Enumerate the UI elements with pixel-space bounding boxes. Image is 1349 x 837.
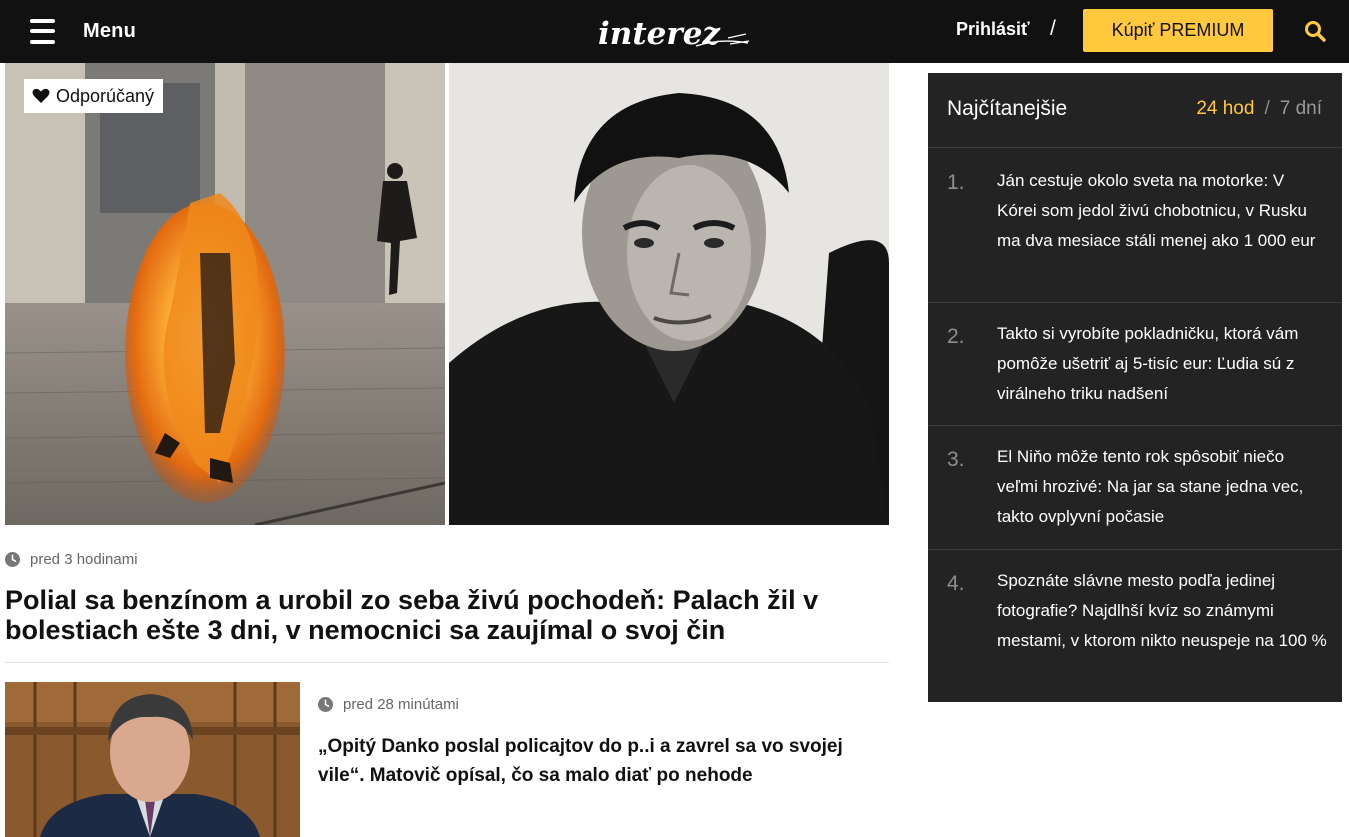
login-link[interactable]: Prihlásiť — [956, 19, 1030, 40]
article2-time-text: pred 28 minútami — [343, 696, 459, 713]
most-read-item[interactable]: 3. El Niňo môže tento rok spôsobiť niečo… — [928, 426, 1342, 550]
item-rank: 1. — [947, 171, 965, 194]
article2-title[interactable]: „Opitý Danko poslal policajtov do p..i a… — [318, 732, 878, 790]
hero-timestamp: pred 3 hodinami — [5, 551, 138, 568]
most-read-title: Najčítanejšie — [947, 97, 1068, 120]
tab-separator: / — [1264, 98, 1270, 119]
politician-photo — [5, 682, 300, 837]
site-logo[interactable]: interez — [596, 10, 752, 54]
burning-man-photo — [5, 63, 445, 525]
item-rank: 3. — [947, 448, 965, 471]
most-read-item[interactable]: 4. Spoznáte slávne mesto podľa jedinej f… — [928, 550, 1342, 702]
menu-label: Menu — [83, 19, 137, 42]
period-tabs: 24 hod / 7 dní — [1196, 98, 1322, 120]
tab-7-days[interactable]: 7 dní — [1280, 98, 1322, 120]
buy-premium-button[interactable]: Kúpiť PREMIUM — [1083, 9, 1273, 52]
search-icon[interactable] — [1303, 19, 1327, 43]
clock-icon — [318, 697, 333, 712]
header-separator: / — [1050, 17, 1056, 40]
article-thumbnail[interactable] — [5, 682, 300, 837]
heart-icon — [32, 88, 50, 103]
hero-article-title[interactable]: Polial sa benzínom a urobil zo seba živú… — [5, 585, 889, 645]
clock-icon — [5, 552, 20, 567]
article-divider — [5, 662, 889, 663]
item-title: Takto si vyrobíte pokladničku, ktorá vám… — [997, 324, 1299, 403]
article2-timestamp: pred 28 minútami — [318, 696, 459, 713]
most-read-sidebar: Najčítanejšie 24 hod / 7 dní 1. Ján cest… — [928, 73, 1342, 702]
menu-button[interactable]: Menu — [30, 16, 136, 46]
item-title: El Niňo môže tento rok spôsobiť niečo ve… — [997, 447, 1304, 526]
recommended-badge[interactable]: Odporúčaný — [24, 79, 164, 113]
top-navigation-bar: Menu interez Prihlásiť / Kúpiť PREMIUM — [0, 0, 1349, 63]
most-read-item[interactable]: 1. Ján cestuje okolo sveta na motorke: V… — [928, 149, 1342, 303]
item-title: Spoznáte slávne mesto podľa jedinej foto… — [997, 571, 1327, 650]
item-rank: 4. — [947, 572, 965, 595]
most-read-item[interactable]: 2. Takto si vyrobíte pokladničku, ktorá … — [928, 303, 1342, 426]
tab-24-hours[interactable]: 24 hod — [1196, 98, 1254, 120]
jan-palach-portrait — [449, 63, 889, 525]
item-title: Ján cestuje okolo sveta na motorke: V Kó… — [997, 171, 1316, 250]
featured-article-image[interactable] — [5, 63, 889, 525]
most-read-header: Najčítanejšie 24 hod / 7 dní — [928, 73, 1342, 148]
badge-label: Odporúčaný — [56, 85, 155, 106]
svg-text:interez: interez — [598, 16, 721, 52]
hamburger-icon — [30, 18, 55, 44]
item-rank: 2. — [947, 325, 965, 348]
hero-time-text: pred 3 hodinami — [30, 551, 138, 568]
